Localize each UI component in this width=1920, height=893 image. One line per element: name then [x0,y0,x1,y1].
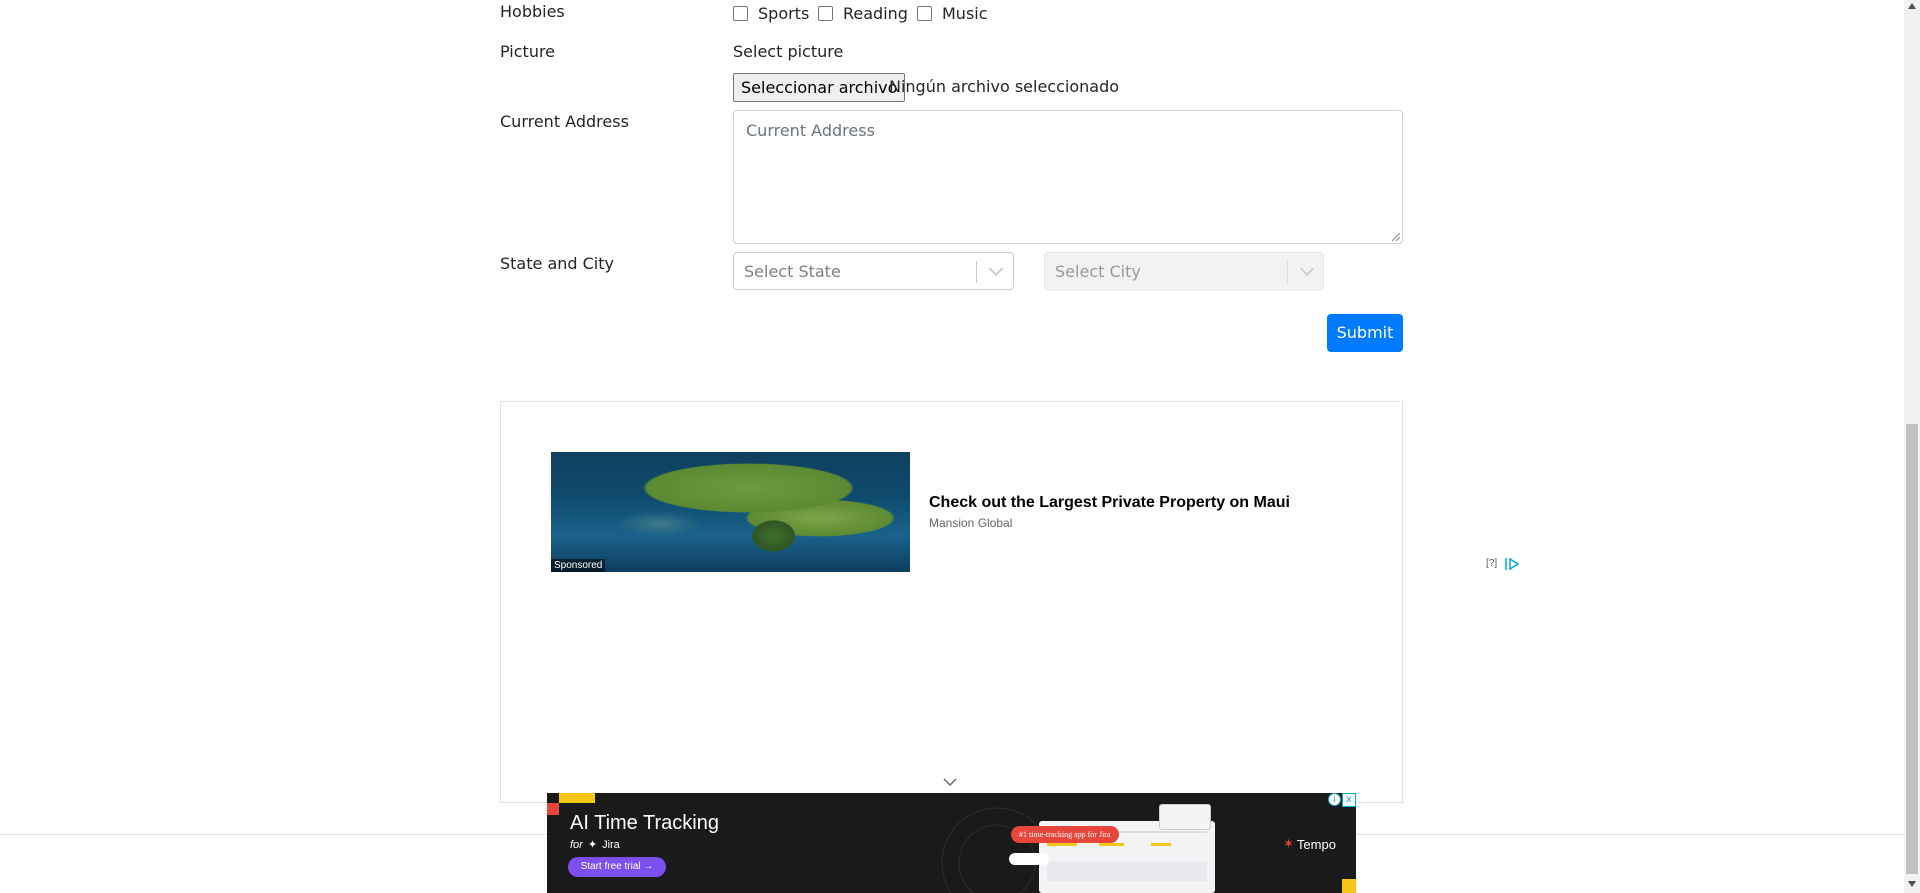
tempo-brand: Tempo [1296,836,1336,852]
mockup-bar-3 [1151,843,1171,846]
ad-help-link[interactable]: [?] [1486,558,1497,569]
bottom-ad-product: Jira [602,838,620,851]
ad-decor-yellow [559,793,595,803]
ad-info-icon[interactable]: i [1328,793,1341,806]
submit-button[interactable]: Submit [1327,314,1403,352]
resize-handle-icon[interactable] [1392,233,1400,241]
hobbies-label: Hobbies [500,2,565,21]
city-select-separator [1287,261,1288,283]
state-chevron-down-icon[interactable] [988,261,1004,277]
scrollbar-thumb[interactable] [1906,424,1918,874]
tempo-star-icon: ✶ [1283,836,1294,851]
hobby-music[interactable]: Music [917,4,988,23]
music-checkbox[interactable] [917,6,932,21]
city-select[interactable]: Select City [1044,252,1324,290]
music-label[interactable]: Music [942,4,988,23]
ad-source[interactable]: Mansion Global [929,516,1012,530]
city-chevron-down-icon[interactable] [1299,261,1315,277]
scroll-down-icon[interactable] [1908,881,1916,887]
hobby-sports[interactable]: Sports [733,4,809,23]
mockup-bar-2 [1099,843,1124,846]
reading-label[interactable]: Reading [843,4,908,23]
reading-checkbox[interactable] [818,6,833,21]
mockup-bar-1 [1047,843,1077,846]
sponsored-tag: Sponsored [551,559,606,572]
current-address-placeholder: Current Address [746,121,875,140]
current-address-label: Current Address [500,112,629,131]
state-city-label: State and City [500,254,614,273]
picture-label: Picture [500,42,556,61]
start-free-trial-button[interactable]: Start free trial → [568,857,666,877]
adchoices-icon[interactable] [1504,557,1520,571]
bottom-ad-for: for [570,838,583,851]
ad-decor-yellow-corner [1342,879,1356,893]
arrow-right-icon: → [643,861,654,872]
bottom-ad-subline: for ✦ Jira [570,838,620,852]
expand-chevron-down-icon[interactable] [943,777,957,787]
city-select-placeholder: Select City [1055,262,1141,281]
mockup-row [1047,861,1207,881]
bottom-ad-banner[interactable]: AI Time Tracking for ✦ Jira Start free t… [547,793,1356,893]
bottom-ad-headline: AI Time Tracking [570,812,719,834]
ad-headline[interactable]: Check out the Largest Private Property o… [929,494,1290,512]
ad-decor-red [547,803,559,815]
file-status: Ningún archivo seleccionado [889,77,1120,96]
hobby-reading[interactable]: Reading [818,4,908,23]
scroll-up-icon[interactable] [1908,3,1916,9]
current-address-textarea[interactable]: Current Address [733,110,1403,244]
ad-image[interactable]: Sponsored [551,452,910,572]
start-free-trial-label: Start free trial [580,861,641,872]
state-select-separator [976,261,977,283]
sports-checkbox[interactable] [733,6,748,21]
ad-mockup-chip [1009,853,1049,865]
choose-file-button[interactable]: Seleccionar archivo [733,73,906,102]
ad-close-icon[interactable]: x [1342,793,1356,807]
sports-label[interactable]: Sports [758,4,809,23]
vertical-scrollbar[interactable] [1904,0,1920,893]
select-picture-label: Select picture [733,42,844,61]
jira-icon: ✦ [587,839,598,851]
tempo-logo: ✶ Tempo [1283,836,1336,852]
ad-badge: #1 time-tracking app for Jira [1011,826,1119,843]
state-select[interactable]: Select State [733,252,1014,290]
state-select-placeholder: Select State [744,262,841,281]
ad-mockup-popup [1159,804,1211,830]
